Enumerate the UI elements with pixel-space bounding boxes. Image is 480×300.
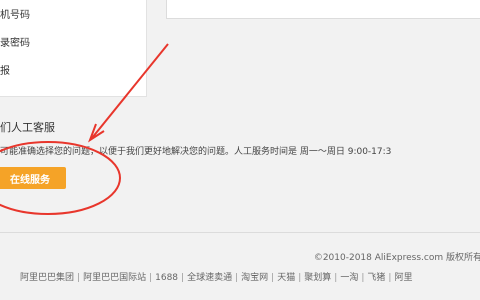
footer-link-separator: | (298, 273, 302, 283)
footer-link-separator: | (334, 273, 338, 283)
footer-link-separator: | (149, 273, 153, 283)
footer-link[interactable]: 飞猪 (367, 273, 385, 283)
support-section-title: 们人工客服 (0, 121, 55, 134)
menu-item-phone[interactable]: 机号码 (0, 6, 30, 21)
footer-link[interactable]: 天猫 (277, 273, 295, 283)
footer-link[interactable]: 聚划算 (304, 273, 331, 283)
online-service-button[interactable]: 在线服务 (0, 167, 66, 189)
support-description: 可能准确选择您的问题，以便于我们更好地解决您的问题。人工服务时间是 周一～周日 … (0, 147, 392, 157)
footer-link-separator: | (271, 273, 275, 283)
footer-link-separator: | (235, 273, 239, 283)
footer-link-separator: | (388, 273, 392, 283)
footer-divider (0, 232, 480, 233)
footer-link[interactable]: 阿里巴巴集团 (20, 273, 74, 283)
menu-item-password[interactable]: 录密码 (0, 34, 30, 49)
menu-item-report[interactable]: 报 (0, 62, 10, 77)
footer-link[interactable]: 一淘 (340, 273, 358, 283)
footer-link[interactable]: 淘宝网 (241, 273, 268, 283)
footer-copyright: ©2010-2018 AliExpress.com 版权所有 (313, 253, 480, 263)
account-menu-panel: 机号码 录密码 报 (0, 0, 147, 97)
footer-link-separator: | (181, 273, 185, 283)
footer-link-separator: | (361, 273, 365, 283)
footer-link-separator: | (77, 273, 81, 283)
footer-link[interactable]: 全球速卖通 (187, 273, 232, 283)
footer-link[interactable]: 阿里 (394, 273, 412, 283)
footer-links: 阿里巴巴集团 | 阿里巴巴国际站 | 1688 | 全球速卖通 | 淘宝网 | 天猫 | 聚划算 | 一淘 |… (20, 270, 412, 283)
footer-link[interactable]: 阿里巴巴国际站 (83, 273, 146, 283)
footer-link[interactable]: 1688 (155, 273, 178, 283)
content-card (166, 0, 480, 19)
annotation-arrow-head (88, 123, 105, 143)
